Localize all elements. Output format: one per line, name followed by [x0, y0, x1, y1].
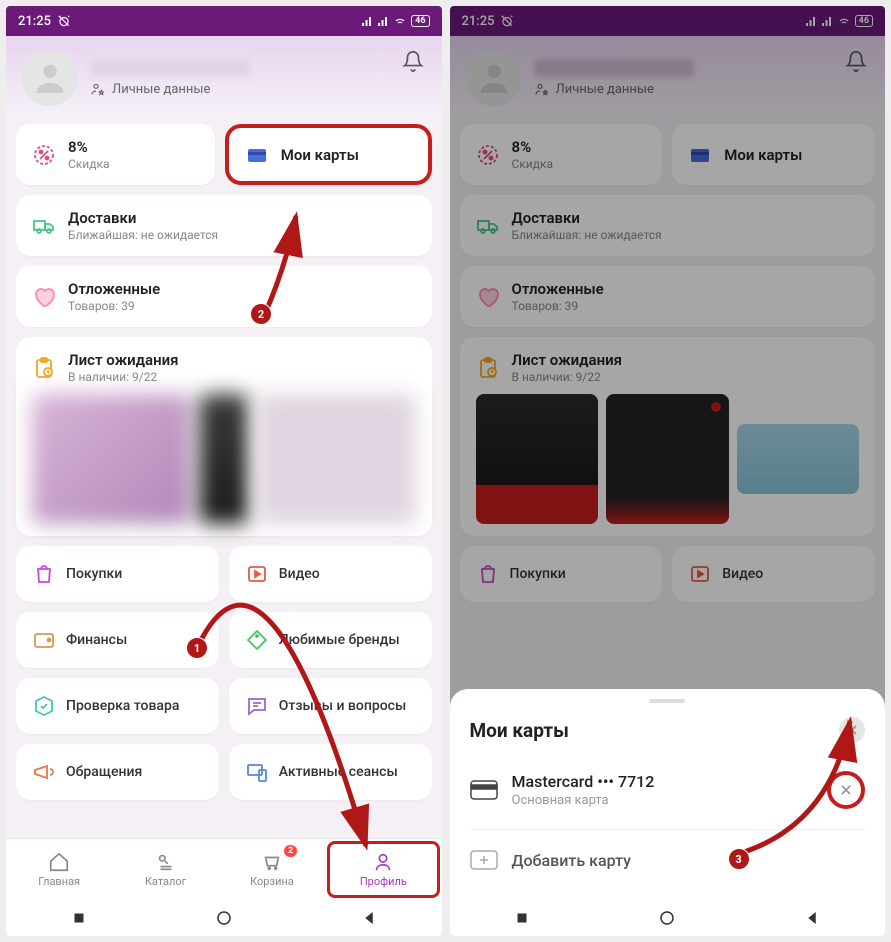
purchases-tile[interactable]: Покупки [16, 546, 219, 602]
user-icon [30, 58, 70, 98]
check-tile[interactable]: Проверка товара [16, 678, 219, 734]
add-card-label: Добавить карту [512, 851, 866, 870]
annotation-badge-3: 3 [728, 848, 750, 870]
home-button-icon[interactable] [215, 909, 233, 927]
truck-icon [32, 214, 56, 238]
my-cards-sheet: Мои карты Mastercard ••• 7712 Основная к… [450, 689, 886, 900]
appeals-tile[interactable]: Обращения [16, 744, 219, 800]
sheet-handle[interactable] [649, 699, 685, 703]
purchases-label: Покупки [66, 566, 122, 582]
chat-icon [245, 694, 269, 718]
profile-icon [372, 851, 394, 873]
status-bar: 21:25 46 [6, 6, 442, 36]
system-nav [450, 900, 886, 936]
favorites-tile[interactable]: Отложенные Товаров: 39 [16, 266, 432, 327]
nav-cart[interactable]: 2 Корзина [219, 839, 325, 900]
favorites-sub: Товаров: 39 [68, 299, 416, 313]
profile-header: Личные данные [6, 36, 442, 114]
remove-card-button[interactable] [827, 771, 865, 809]
bag-icon [32, 562, 56, 586]
signal-icon [377, 15, 389, 27]
discount-sub: Скидка [68, 157, 199, 171]
my-cards-title: Мои карты [281, 146, 412, 164]
favorites-title: Отложенные [68, 280, 416, 298]
brands-label: Любимые бренды [279, 632, 400, 648]
nav-catalog[interactable]: Каталог [112, 839, 218, 900]
nav-home[interactable]: Главная [6, 839, 112, 900]
cart-icon [261, 851, 283, 873]
recent-apps-icon[interactable] [513, 909, 531, 927]
appeals-label: Обращения [66, 764, 142, 780]
sessions-tile[interactable]: Активные сеансы [229, 744, 432, 800]
search-list-icon [155, 851, 177, 873]
notifications-button[interactable] [402, 50, 424, 76]
recent-apps-icon[interactable] [70, 909, 88, 927]
bell-icon [402, 50, 424, 72]
annotation-badge-2: 2 [250, 303, 272, 325]
product-thumb[interactable] [32, 394, 191, 524]
add-card-row[interactable]: Добавить карту [450, 838, 886, 882]
product-thumb[interactable] [257, 394, 416, 524]
delivery-title: Доставки [68, 209, 416, 227]
finance-label: Финансы [66, 632, 127, 648]
my-cards-tile[interactable]: Мои карты [225, 124, 432, 185]
card-sub: Основная карта [512, 793, 814, 808]
heart-icon [32, 285, 56, 309]
saved-card-row[interactable]: Mastercard ••• 7712 Основная карта [450, 759, 886, 821]
home-button-icon[interactable] [658, 909, 676, 927]
phone-screen-2: 21:25 46 Личные данные [450, 6, 886, 936]
signal-icon [361, 15, 373, 27]
video-label: Видео [279, 566, 320, 582]
devices-icon [245, 760, 269, 784]
divider [470, 829, 866, 830]
card-icon [245, 143, 269, 167]
system-nav [6, 900, 442, 936]
profile-content: 8% Скидка Мои карты Доставки Ближайшая: … [6, 114, 442, 838]
wifi-icon [393, 14, 407, 28]
product-thumb[interactable] [199, 394, 249, 524]
card-icon [470, 780, 498, 800]
sheet-close-button[interactable] [839, 717, 865, 743]
wallet-icon [32, 628, 56, 652]
box-check-icon [32, 694, 56, 718]
personal-data-link[interactable]: Личные данные [90, 81, 426, 97]
discount-tile[interactable]: 8% Скидка [16, 124, 215, 185]
discount-title: 8% [68, 138, 199, 156]
waitlist-title: Лист ожидания [68, 351, 416, 369]
back-icon[interactable] [360, 909, 378, 927]
percent-icon [32, 143, 56, 167]
reviews-tile[interactable]: Отзывы и вопросы [229, 678, 432, 734]
user-gear-icon [90, 81, 106, 97]
brands-tile[interactable]: Любимые бренды [229, 612, 432, 668]
alarm-off-icon [57, 14, 71, 28]
clipboard-icon [32, 356, 56, 380]
play-icon [245, 562, 269, 586]
card-name: Mastercard ••• 7712 [512, 772, 814, 791]
reviews-label: Отзывы и вопросы [279, 698, 406, 714]
delivery-tile[interactable]: Доставки Ближайшая: не ожидается [16, 195, 432, 256]
sheet-title: Мои карты [470, 719, 569, 742]
waitlist-sub: В наличии: 9/22 [68, 370, 416, 384]
avatar[interactable] [22, 50, 78, 106]
megaphone-icon [32, 760, 56, 784]
delivery-sub: Ближайшая: не ожидается [68, 228, 416, 242]
sessions-label: Активные сеансы [279, 764, 398, 780]
close-icon [839, 783, 853, 797]
check-label: Проверка товара [66, 698, 179, 714]
waitlist-tile[interactable]: Лист ожидания В наличии: 9/22 [16, 337, 432, 536]
user-name-redacted [90, 59, 250, 77]
battery-badge: 46 [411, 15, 429, 27]
status-time: 21:25 [18, 14, 51, 29]
home-icon [48, 851, 70, 873]
back-icon[interactable] [803, 909, 821, 927]
card-plus-icon [470, 850, 498, 870]
bottom-nav: Главная Каталог 2 Корзина Профиль [6, 838, 442, 900]
annotation-badge-1: 1 [186, 637, 208, 659]
phone-screen-1: 21:25 46 Личные данные [6, 6, 442, 936]
video-tile[interactable]: Видео [229, 546, 432, 602]
cart-badge: 2 [284, 845, 297, 857]
close-icon [845, 723, 859, 737]
tag-icon [245, 628, 269, 652]
nav-profile[interactable]: Профиль [327, 841, 439, 898]
